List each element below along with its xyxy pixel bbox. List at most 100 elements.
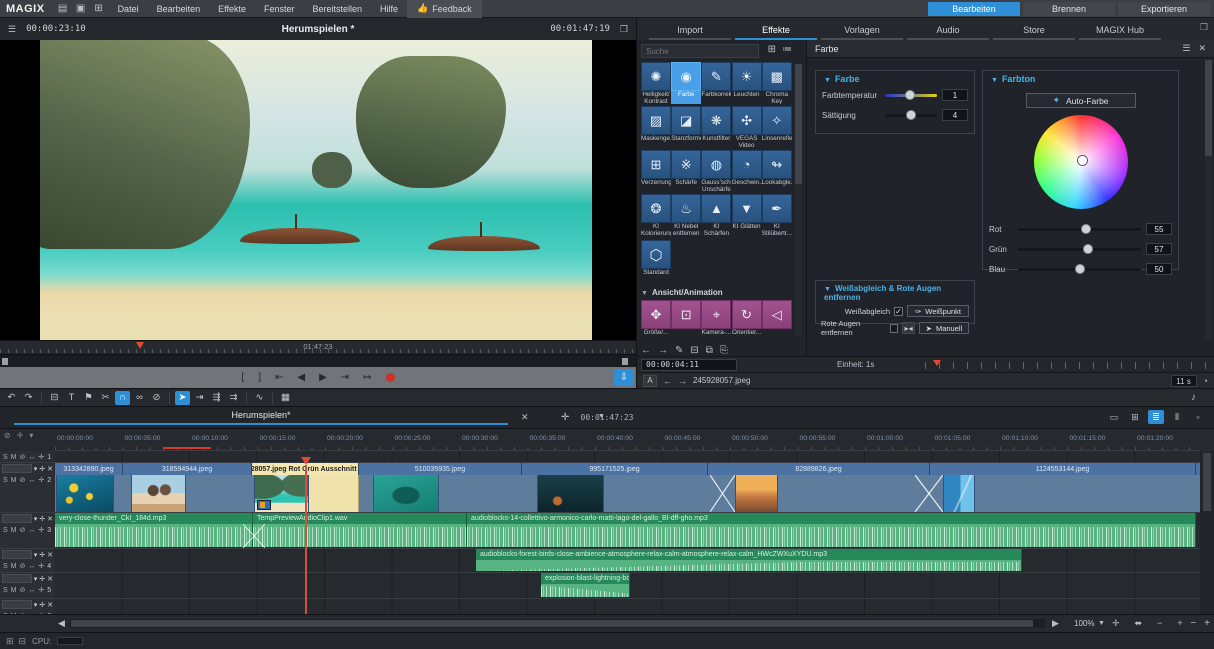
clip-thumbnail-couple[interactable] [131, 475, 186, 512]
add-button[interactable]: ✛ [38, 476, 44, 484]
exportieren-mode-button[interactable]: Exportieren [1118, 2, 1210, 16]
resize-button[interactable]: ↔ [28, 563, 35, 570]
resize-button[interactable]: ↔ [28, 454, 35, 461]
ruler-icon-1[interactable]: ✛ [17, 431, 24, 440]
crossfade-transition[interactable] [710, 475, 735, 512]
clip-thumbnail-turtle[interactable] [373, 475, 439, 512]
sharpness-tile[interactable]: ※Schärfe [671, 150, 701, 192]
undo-icon[interactable]: ↶ [4, 391, 19, 405]
blau-slider-handle[interactable] [1075, 264, 1085, 274]
preview-menu-icon[interactable]: ☰ [8, 24, 16, 35]
panel-close-icon[interactable]: ✕ [1198, 43, 1206, 54]
razor-icon[interactable]: ✂ [98, 391, 113, 405]
track-1-header[interactable]: SM⊘↔✛1 [0, 451, 55, 463]
rot-slider-handle[interactable] [1081, 224, 1091, 234]
clip-title[interactable]: 82889826.jpeg [708, 463, 930, 475]
preview-range-bar[interactable] [0, 354, 636, 367]
undock-panel-icon[interactable]: ❐ [1200, 22, 1208, 33]
brennen-mode-button[interactable]: Brennen [1023, 2, 1115, 16]
audio-clip-title[interactable]: TempPreviewAudioClip1.wav [253, 513, 467, 524]
view-animation-section-header[interactable]: ▼Ansicht/Animation [641, 288, 793, 297]
audio-waveform[interactable] [253, 524, 467, 547]
list-view-icon[interactable]: ≔ [782, 44, 792, 55]
track-2-lane[interactable]: 313342890.jpeg318594944.jpeg245928057.jp… [55, 463, 1200, 513]
track-2-header[interactable]: ▾✛✕SM⊘↔✛2 [0, 463, 55, 513]
save-project-icon[interactable]: ⊞ [91, 2, 107, 16]
ungroup-icon[interactable]: ⊘ [149, 391, 164, 405]
ai-dehaze-tile[interactable]: ♨KI Nebel entfernen [671, 194, 701, 236]
ai-smooth-tile[interactable]: ▼KI Glätten [732, 194, 762, 236]
track-5-name-input[interactable] [2, 574, 32, 583]
delete-icon[interactable]: ⊟ [47, 391, 62, 405]
track-6-header[interactable]: ▾✛✕SM⊘↔✛6 [0, 599, 55, 615]
white-balance-group-title[interactable]: ▼Weißabgleich & Rote Augen entfernen [816, 280, 974, 302]
track-delete-icon[interactable]: ✕ [47, 575, 53, 583]
info-icon[interactable]: ⊟ [19, 636, 27, 647]
track-4-lane[interactable]: audioblocks-forest-birds-close-ambience-… [55, 549, 1200, 573]
add-button[interactable]: ✛ [38, 526, 44, 534]
grün-slider[interactable] [1018, 248, 1141, 251]
add-button[interactable]: ✛ [38, 586, 44, 594]
lock-button[interactable]: ⊘ [20, 526, 26, 534]
new-project-icon[interactable]: ▤ [55, 2, 71, 16]
ruler-option-icons[interactable]: ⊘✛▾ [4, 431, 33, 440]
track-3-lane[interactable]: very-close-thunder_CkI_184d.mp3TempPrevi… [55, 513, 1200, 549]
menu-bearbeiten[interactable]: Bearbeiten [148, 0, 210, 18]
menu-bereitstellen[interactable]: Bereitstellen [304, 0, 372, 18]
lock-button[interactable]: ⊘ [20, 453, 26, 461]
selected-clip-area[interactable] [309, 475, 359, 512]
mute-button[interactable]: M [11, 587, 17, 594]
menu-effekte[interactable]: Effekte [209, 0, 255, 18]
audio-waveform[interactable] [55, 524, 253, 547]
track-add-icon[interactable]: ✛ [39, 601, 45, 609]
glow-tile[interactable]: ☀Leuchten [732, 62, 762, 104]
red-eye-manual-button[interactable]: ➤ Manuell [919, 322, 969, 334]
grün-value[interactable]: 57 [1146, 243, 1172, 255]
size-position-tile[interactable]: ✥Größe/... [641, 300, 671, 338]
mute-button[interactable]: M [11, 527, 17, 534]
range-end-icon[interactable]: ] [258, 372, 261, 383]
resize-button[interactable]: ↔ [28, 527, 35, 534]
speed-tile[interactable]: ◔Geschwin... [732, 150, 762, 192]
paste-effects-icon[interactable]: ⎘ [720, 345, 728, 356]
clip-thumbnail-sunset[interactable] [735, 475, 778, 512]
lens-reflection-tile[interactable]: ✧Linsenrefle... [762, 106, 792, 148]
marker-icon[interactable]: ⚑ [81, 391, 96, 405]
multicam-mode-icon[interactable]: ⫴ [1169, 410, 1185, 424]
brightness-contrast-tile[interactable]: ✺Helligkeit/ Kontrast [641, 62, 671, 104]
farbtemperatur-value[interactable]: 1 [942, 89, 968, 101]
audio-waveform[interactable] [541, 584, 630, 597]
timeline-ruler[interactable]: 00:00:00:0000:00:05:0000:00:10:0000:00:1… [55, 429, 1200, 451]
track-2-name-input[interactable] [2, 464, 32, 473]
effect-ruler-marker[interactable] [933, 360, 941, 366]
solo-button[interactable]: S [3, 527, 8, 534]
white-balance-checkbox[interactable]: ✓ [894, 307, 903, 316]
mouse-one-track-icon[interactable]: ⇉ [226, 391, 241, 405]
tab-magix-hub[interactable]: MAGIX Hub [1079, 25, 1161, 40]
feedback-button[interactable]: 👍 Feedback [407, 0, 482, 18]
apply-effects-icon[interactable]: ✎ [675, 345, 683, 356]
menu-datei[interactable]: Datei [109, 0, 148, 18]
white-point-button[interactable]: ✑ Weißpunkt [907, 305, 969, 317]
track-4-name-input[interactable] [2, 550, 32, 559]
clip-thumbnail-cliffs[interactable] [254, 475, 309, 512]
color-wheel-handle[interactable] [1078, 156, 1087, 165]
redo-icon[interactable]: ↷ [21, 391, 36, 405]
zoom-level[interactable]: 100% [1074, 619, 1094, 628]
blau-value[interactable]: 50 [1146, 263, 1172, 275]
mute-button[interactable]: M [11, 454, 17, 461]
scroll-right-icon[interactable]: ▶ [1052, 618, 1059, 629]
color-group-title[interactable]: ▼Farbe [816, 70, 974, 84]
audio-clip-title[interactable]: very-close-thunder_CkI_184d.mp3 [55, 513, 253, 524]
lock-button[interactable]: ⊘ [20, 586, 26, 594]
track-add-icon[interactable]: ✛ [39, 515, 45, 523]
chroma-key-tile[interactable]: ▩Chroma Key [762, 62, 792, 104]
standard-effect-tile[interactable]: ⬡ Standard [641, 240, 671, 282]
tab-audio[interactable]: Audio [907, 25, 989, 40]
rotation-tile[interactable]: ↻Orientier... [732, 300, 762, 338]
track-dropdown-icon[interactable]: ▾ [34, 575, 38, 583]
track-add-icon[interactable]: ✛ [39, 551, 45, 559]
duration-clock-icon[interactable]: ◔ [1203, 376, 1208, 386]
layout-icon[interactable]: ⊞ [6, 636, 14, 647]
lock-button[interactable]: ⊘ [20, 476, 26, 484]
